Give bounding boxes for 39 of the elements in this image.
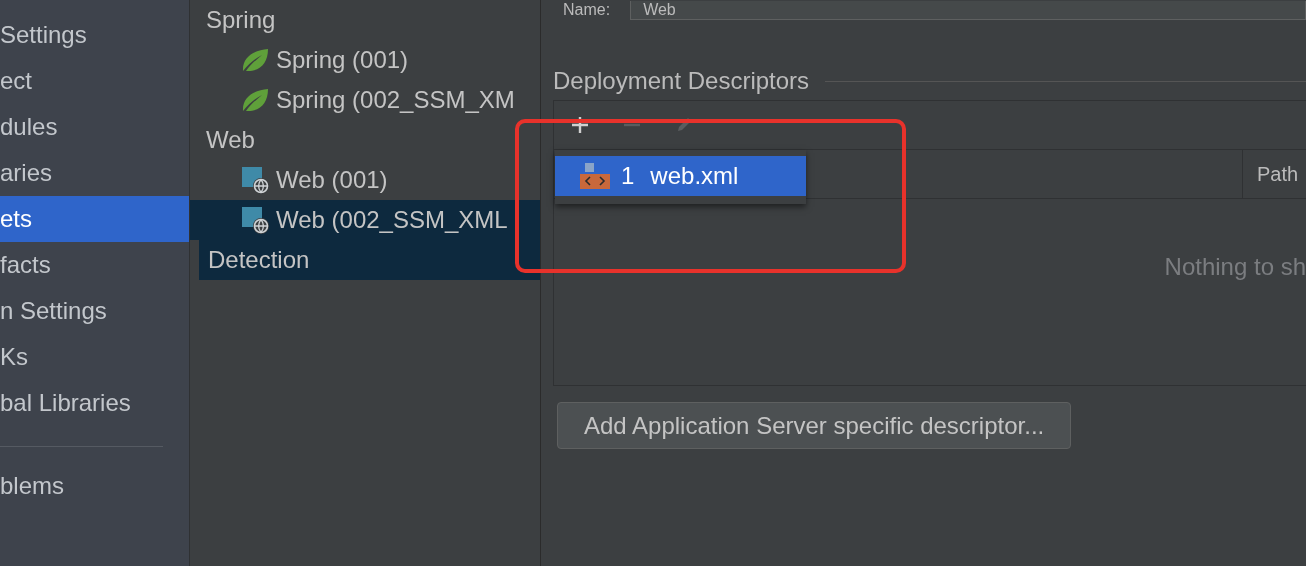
sidebar-item[interactable]: Ks xyxy=(0,334,189,380)
sidebar-item[interactable]: facts xyxy=(0,242,189,288)
sidebar-item[interactable]: bal Libraries xyxy=(0,380,189,426)
tree-item-label: Spring (001) xyxy=(276,46,409,74)
sidebar-item[interactable]: aries xyxy=(0,150,189,196)
sidebar-item[interactable]: dules xyxy=(0,104,189,150)
tree-item-label: Web xyxy=(206,126,255,154)
tree-item[interactable]: Web xyxy=(190,120,540,160)
tree-item-label: Spring (002_SSM_XM xyxy=(276,86,515,114)
tree-item[interactable]: Detection xyxy=(199,240,540,280)
tree-item-label: Spring xyxy=(206,6,276,34)
tree-item[interactable]: Spring (001) xyxy=(190,40,540,80)
menu-item-label: web.xml xyxy=(650,162,739,190)
empty-text: Nothing to sh xyxy=(1164,253,1306,282)
sidebar-item[interactable]: Settings xyxy=(0,12,189,58)
sidebar-item[interactable]: ect xyxy=(0,58,189,104)
web-module-icon xyxy=(240,165,270,195)
mnemonic-number: 1 xyxy=(621,162,635,190)
tree-item-label: Detection xyxy=(208,246,310,274)
tree-item-label: Web (001) xyxy=(276,166,388,194)
web-module-icon xyxy=(240,205,270,235)
xml-file-icon xyxy=(579,161,611,191)
leaf-icon xyxy=(240,87,270,113)
column-header: Path xyxy=(1256,162,1299,187)
tree-item[interactable]: Spring (002_SSM_XM xyxy=(190,80,540,120)
field-label: Name: xyxy=(562,1,611,19)
tree-item[interactable]: Spring xyxy=(190,0,540,40)
tree-item[interactable]: Web (001) xyxy=(190,160,540,200)
section-title: Deployment Descriptors xyxy=(553,67,810,95)
menu-item[interactable]: 1 web.xml xyxy=(555,156,806,196)
add-descriptor-button[interactable]: Add Application Server specific descriptor... xyxy=(557,402,1072,449)
sidebar-item[interactable]: blems xyxy=(0,463,189,509)
add-button[interactable] xyxy=(570,115,590,135)
tree-item-label: Web (002_SSM_XML xyxy=(276,206,508,234)
name-field[interactable]: Web xyxy=(630,0,1306,20)
sidebar-item[interactable]: n Settings xyxy=(0,288,189,334)
tree-item[interactable]: Web (002_SSM_XML xyxy=(190,200,540,240)
sidebar-item[interactable]: ets xyxy=(0,196,189,242)
leaf-icon xyxy=(240,47,270,73)
